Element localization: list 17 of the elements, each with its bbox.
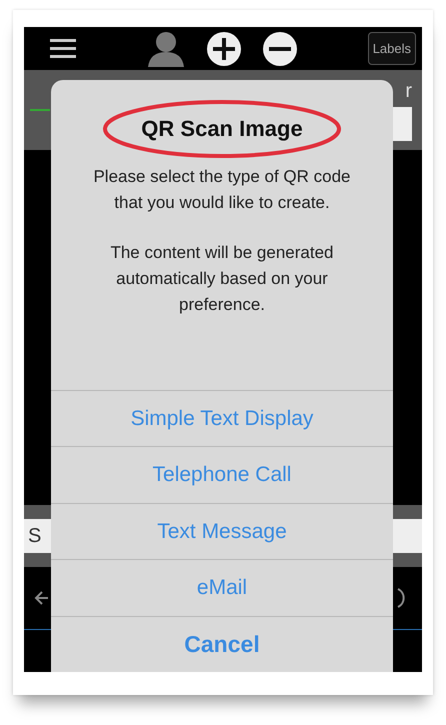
accent-line: [30, 109, 50, 111]
labels-button[interactable]: Labels: [368, 32, 416, 65]
action-button[interactable]: Text Message: [51, 502, 393, 560]
action-button[interactable]: Telephone Call: [51, 446, 393, 503]
cancel-button[interactable]: Cancel: [51, 616, 393, 672]
dialog-message: The content will be generated automatically based on your preference.: [109, 242, 335, 316]
dialog-title: QR Scan Image: [141, 116, 303, 142]
minus-icon[interactable]: [262, 30, 298, 66]
dialog-message: Please select the type of QR code that you would like to create.: [92, 166, 352, 214]
field-text: S: [28, 524, 42, 548]
label-text: r: [405, 80, 412, 102]
action-button[interactable]: eMail: [51, 559, 393, 616]
person-icon[interactable]: [146, 30, 186, 66]
action-button[interactable]: Simple Text Display: [51, 390, 393, 446]
plus-icon[interactable]: [206, 30, 242, 66]
menu-icon[interactable]: [50, 38, 76, 58]
input-field[interactable]: [392, 519, 422, 553]
